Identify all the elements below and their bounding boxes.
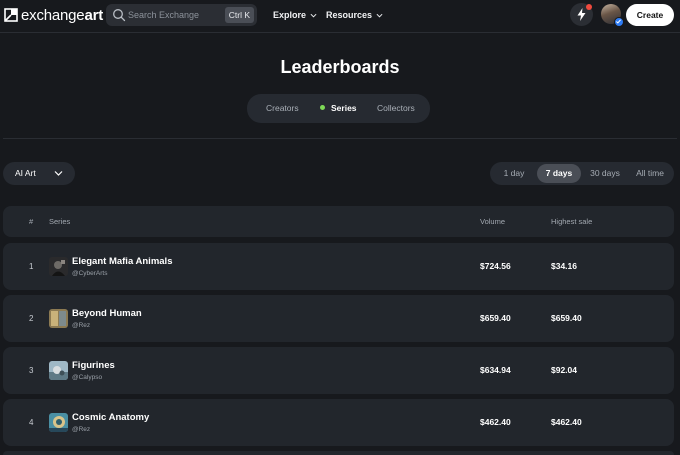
exchange-art-logo[interactable]: exchangeart bbox=[4, 6, 103, 24]
volume-value: $659.40 bbox=[480, 313, 511, 323]
search-bar[interactable]: Ctrl K bbox=[106, 4, 257, 26]
time-range-all-time[interactable]: All time bbox=[630, 162, 670, 185]
table-header: # Series Volume Highest sale bbox=[3, 206, 674, 237]
nav-resources[interactable]: Resources bbox=[326, 10, 383, 20]
tab-creators[interactable]: Creators bbox=[266, 94, 299, 123]
row-rank: 2 bbox=[29, 314, 34, 323]
user-avatar[interactable] bbox=[601, 4, 624, 27]
row-rank: 1 bbox=[29, 262, 34, 271]
top-navigation-bar: exchangeart Ctrl K Explore Resources Cre… bbox=[0, 0, 680, 33]
chevron-down-icon bbox=[376, 13, 383, 18]
page-title: Leaderboards bbox=[280, 57, 400, 77]
volume-value: $462.40 bbox=[480, 417, 511, 427]
nav-explore-label: Explore bbox=[273, 10, 307, 20]
category-dropdown-value: AI Art bbox=[15, 168, 36, 178]
row-rank: 4 bbox=[29, 418, 34, 427]
notification-dot bbox=[586, 4, 592, 10]
time-range-30-days[interactable]: 30 days bbox=[585, 162, 625, 185]
creator-handle[interactable]: @CyberArts bbox=[72, 270, 108, 277]
activity-button[interactable] bbox=[570, 3, 593, 26]
highest-sale-value: $34.16 bbox=[551, 261, 577, 271]
volume-value: $634.94 bbox=[480, 365, 511, 375]
series-name[interactable]: Figurines bbox=[72, 360, 115, 371]
tab-series-label: Series bbox=[331, 103, 357, 113]
series-thumbnail[interactable] bbox=[49, 257, 68, 276]
highest-sale-value: $92.04 bbox=[551, 365, 577, 375]
column-header-highest-sale[interactable]: Highest sale bbox=[551, 206, 592, 237]
nav-resources-label: Resources bbox=[326, 10, 373, 20]
verified-badge-icon bbox=[614, 17, 624, 27]
column-header-rank: # bbox=[29, 217, 34, 226]
column-header-series: Series bbox=[49, 217, 71, 226]
nav-explore[interactable]: Explore bbox=[273, 10, 317, 20]
series-name[interactable]: Elegant Mafia Animals bbox=[72, 256, 172, 267]
leaderboard-tabs: Creators Series Collectors bbox=[247, 94, 430, 123]
active-indicator-dot bbox=[320, 105, 325, 110]
logo-wordmark: exchangeart bbox=[21, 6, 104, 24]
table-row[interactable]: 2 Beyond Human @Rez $659.40 $659.40 bbox=[3, 295, 674, 342]
tab-series[interactable]: Series bbox=[320, 94, 357, 123]
table-row[interactable]: 1 Elegant Mafia Animals @CyberArts $724.… bbox=[3, 243, 674, 290]
column-header-volume[interactable]: Volume bbox=[480, 206, 505, 237]
creator-handle[interactable]: @Rez bbox=[72, 426, 90, 433]
highest-sale-value: $659.40 bbox=[551, 313, 582, 323]
tab-collectors[interactable]: Collectors bbox=[377, 94, 415, 123]
series-thumbnail[interactable] bbox=[49, 413, 68, 432]
series-thumbnail[interactable] bbox=[49, 361, 68, 380]
volume-value: $724.56 bbox=[480, 261, 511, 271]
highest-sale-value: $462.40 bbox=[551, 417, 582, 427]
search-icon bbox=[113, 9, 126, 22]
chevron-down-icon bbox=[54, 171, 63, 176]
creator-handle[interactable]: @Calypso bbox=[72, 374, 102, 381]
table-row[interactable] bbox=[3, 451, 674, 455]
section-divider bbox=[3, 138, 677, 139]
time-range-selector: 1 day 7 days 30 days All time bbox=[490, 162, 674, 185]
exchange-art-logo-icon bbox=[4, 8, 18, 22]
series-name[interactable]: Beyond Human bbox=[72, 308, 142, 319]
table-row[interactable]: 4 Cosmic Anatomy @Rez $462.40 $462.40 bbox=[3, 399, 674, 446]
chevron-down-icon bbox=[310, 13, 317, 18]
table-row[interactable]: 3 Figurines @Calypso $634.94 $92.04 bbox=[3, 347, 674, 394]
row-rank: 3 bbox=[29, 366, 34, 375]
time-range-1-day[interactable]: 1 day bbox=[496, 162, 532, 185]
creator-handle[interactable]: @Rez bbox=[72, 322, 90, 329]
category-dropdown[interactable]: AI Art bbox=[3, 162, 75, 185]
series-thumbnail[interactable] bbox=[49, 309, 68, 328]
time-range-7-days[interactable]: 7 days bbox=[537, 164, 581, 183]
search-shortcut-badge: Ctrl K bbox=[224, 7, 254, 23]
series-name[interactable]: Cosmic Anatomy bbox=[72, 412, 149, 423]
create-button[interactable]: Create bbox=[626, 4, 674, 26]
search-input[interactable] bbox=[128, 7, 226, 23]
